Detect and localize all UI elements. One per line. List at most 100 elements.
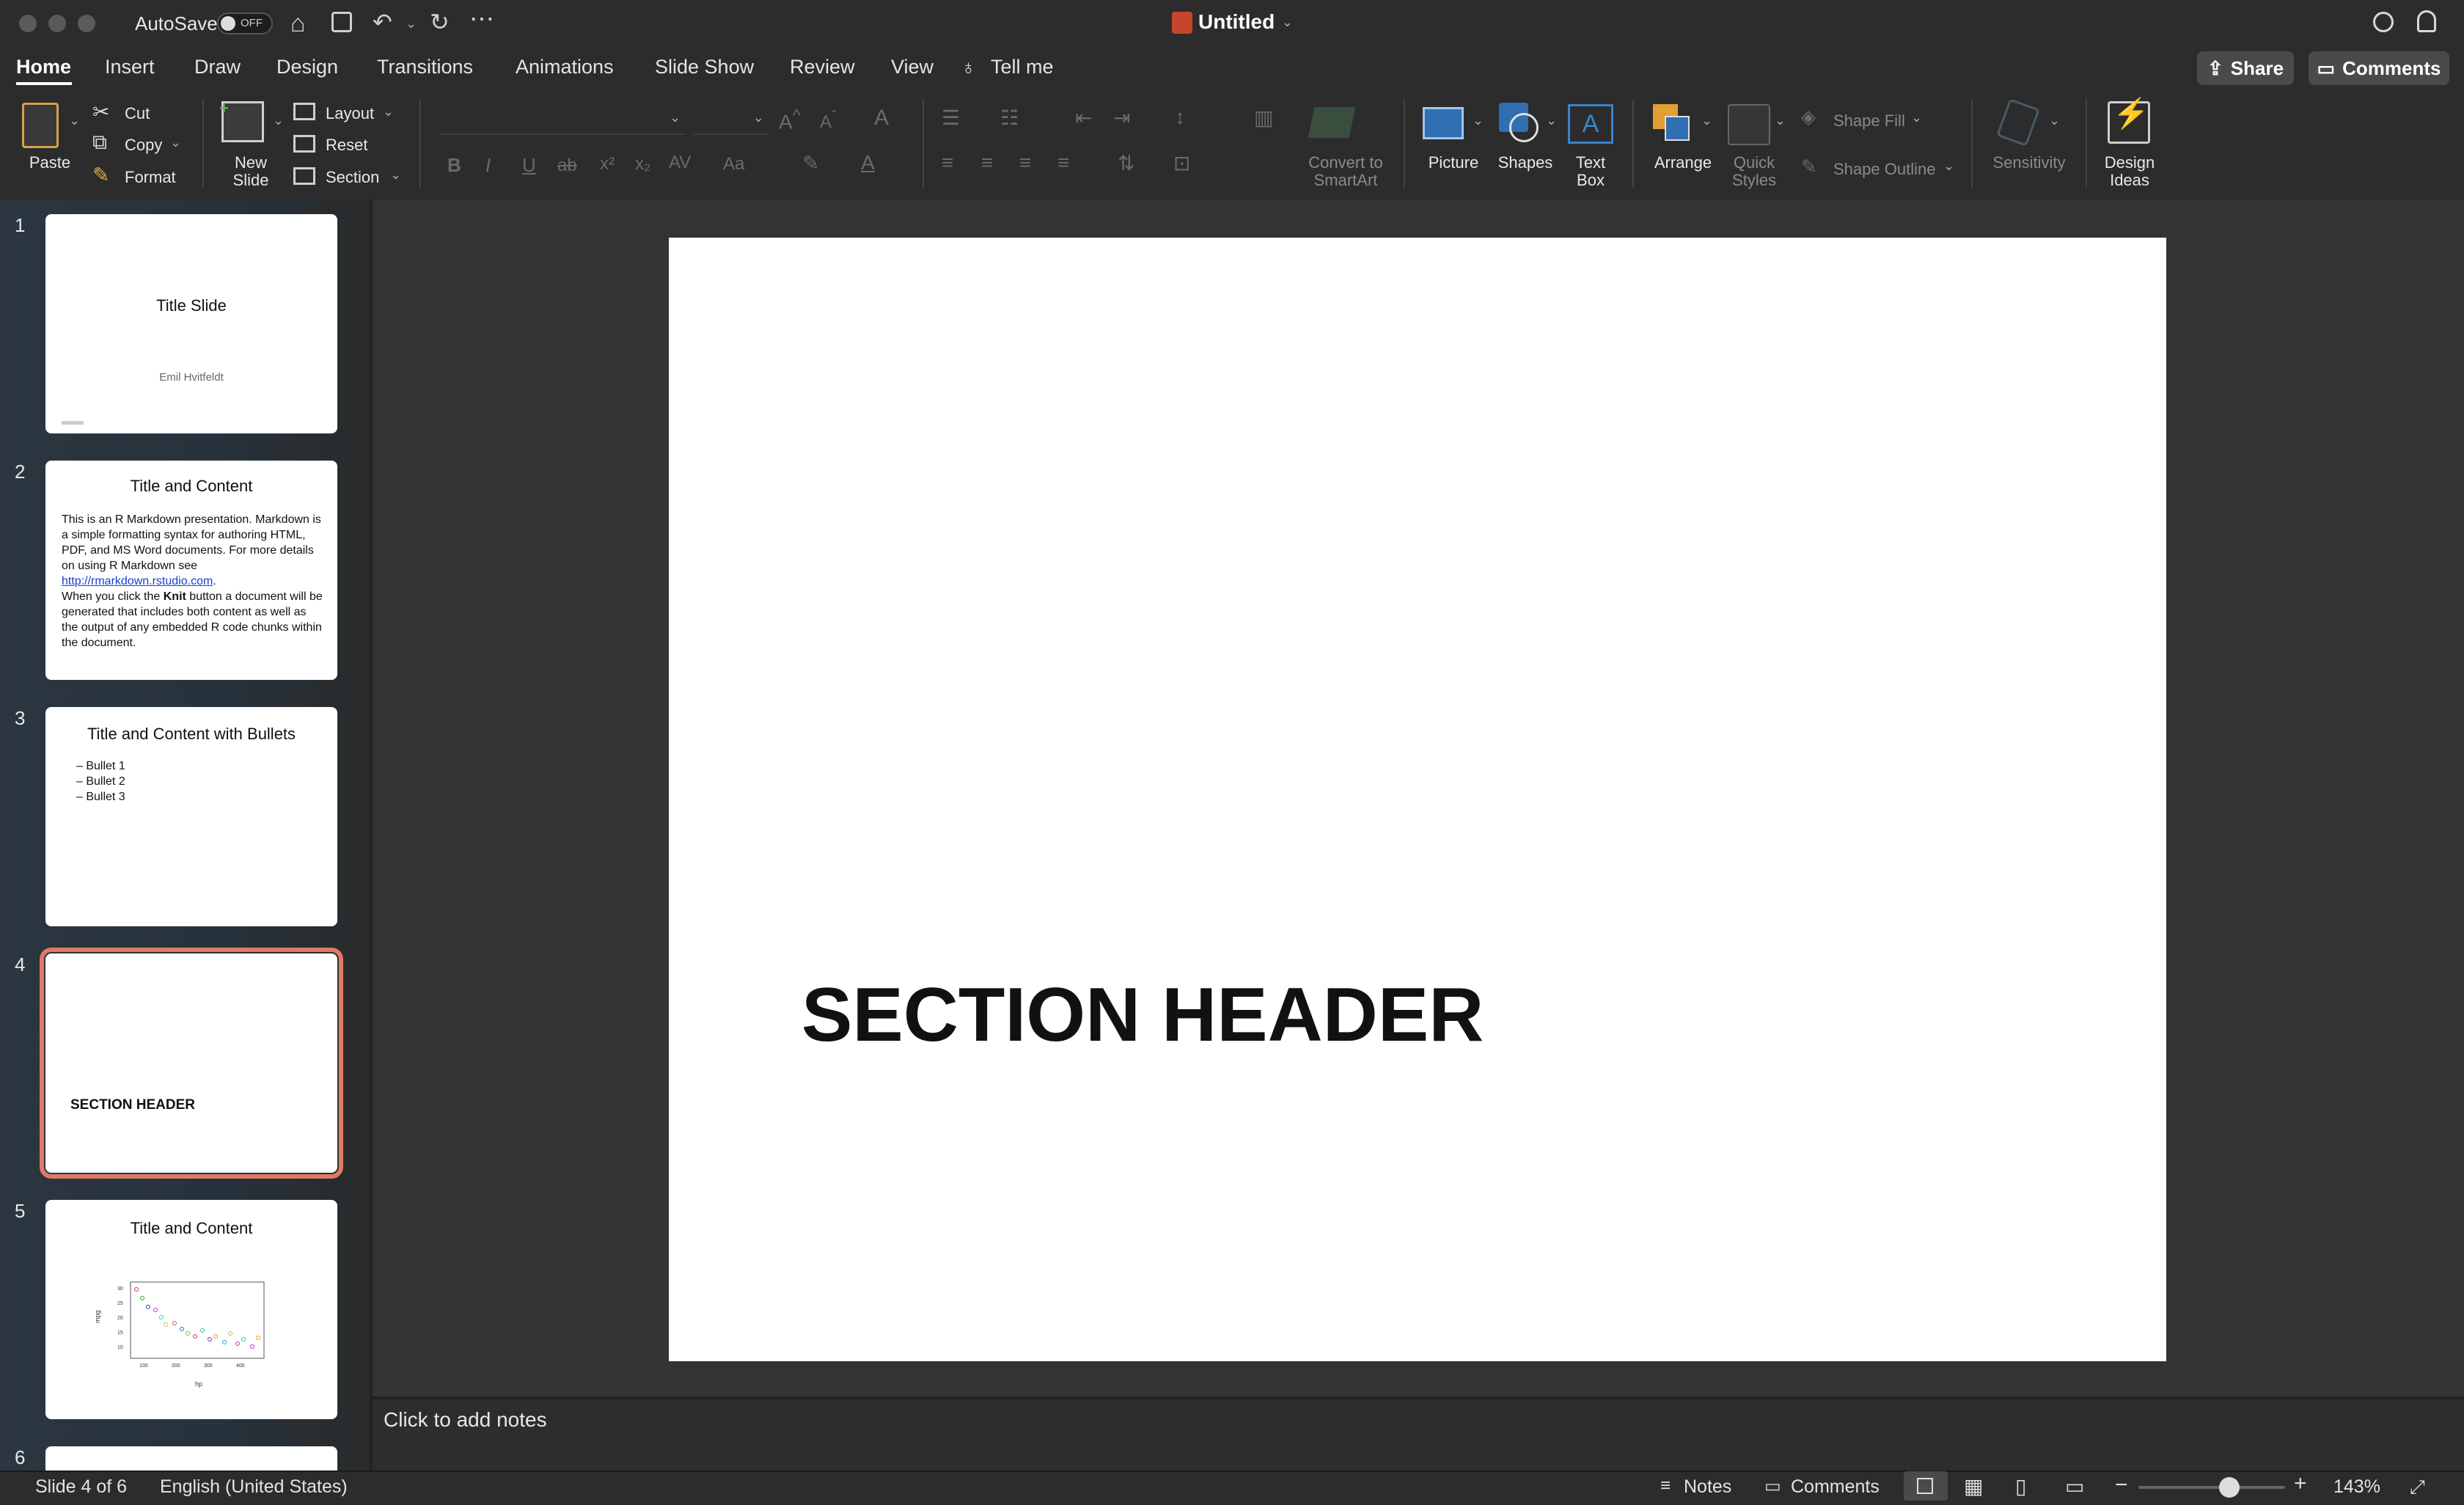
line-spacing-icon[interactable]: ↕: [1175, 106, 1185, 129]
normal-view-button[interactable]: [1904, 1471, 1948, 1501]
tab-transitions[interactable]: Transitions: [377, 56, 473, 78]
autosave-toggle[interactable]: OFF: [217, 12, 273, 34]
layout-button[interactable]: Layout: [326, 104, 374, 123]
arrange-icon[interactable]: [1653, 104, 1690, 141]
underline-icon[interactable]: U: [522, 154, 536, 177]
language-indicator[interactable]: English (United States): [160, 1476, 348, 1498]
shape-outline-dropdown-icon[interactable]: ⌄: [1943, 158, 1954, 174]
change-case-icon[interactable]: Aa: [723, 154, 744, 175]
quick-styles-button[interactable]: Quick Styles: [1723, 154, 1785, 189]
layout-dropdown-icon[interactable]: ⌄: [383, 104, 394, 120]
zoom-slider-track[interactable]: [2138, 1486, 2285, 1489]
fit-to-window-icon[interactable]: ⤢: [2410, 1476, 2425, 1499]
bullets-icon[interactable]: ☰: [942, 106, 960, 130]
notes-icon[interactable]: ≡: [1660, 1476, 1671, 1496]
highlight-color-icon[interactable]: ✎: [802, 151, 819, 175]
undo-dropdown-icon[interactable]: ⌄: [406, 16, 417, 32]
character-spacing-icon[interactable]: AV: [669, 153, 691, 173]
textbox-icon[interactable]: A: [1568, 104, 1613, 144]
tab-animations[interactable]: Animations: [516, 56, 614, 78]
increase-font-size-icon[interactable]: A^: [779, 106, 801, 133]
arrange-dropdown-icon[interactable]: ⌄: [1701, 113, 1712, 128]
new-slide-icon[interactable]: +: [219, 99, 264, 142]
slide-show-icon[interactable]: ▭: [2065, 1474, 2084, 1498]
superscript-icon[interactable]: x²: [600, 154, 615, 175]
section-icon[interactable]: [293, 167, 315, 185]
tab-draw[interactable]: Draw: [194, 56, 241, 78]
paste-button[interactable]: Paste: [22, 154, 78, 172]
format-painter-icon[interactable]: ✎: [92, 163, 109, 187]
scissors-icon[interactable]: ✂: [92, 100, 109, 124]
tell-me-search[interactable]: Tell me: [991, 56, 1054, 78]
smartart-icon[interactable]: [1308, 107, 1356, 138]
strikethrough-icon[interactable]: ab: [557, 155, 577, 176]
search-icon[interactable]: [2373, 12, 2394, 32]
align-text-icon[interactable]: ⊡: [1173, 151, 1190, 175]
copy-icon[interactable]: ⧉: [92, 131, 107, 155]
tab-insert[interactable]: Insert: [105, 56, 155, 78]
picture-dropdown-icon[interactable]: ⌄: [1473, 113, 1484, 128]
zoom-window-button[interactable]: [78, 15, 95, 32]
copy-dropdown-icon[interactable]: ⌄: [170, 135, 181, 150]
shapes-dropdown-icon[interactable]: ⌄: [1546, 113, 1557, 128]
close-window-button[interactable]: [19, 15, 37, 32]
align-right-icon[interactable]: ≡: [1019, 151, 1031, 175]
undo-icon[interactable]: ↶: [373, 7, 392, 37]
font-size-dropdown[interactable]: ⌄: [694, 109, 769, 135]
more-icon[interactable]: ⋯: [469, 4, 494, 34]
bold-icon[interactable]: B: [447, 154, 461, 177]
italic-icon[interactable]: I: [485, 154, 491, 177]
new-slide-button[interactable]: New Slide: [220, 154, 282, 189]
slide-thumbnail-1[interactable]: Title Slide Emil Hvitfeldt: [45, 214, 337, 433]
clear-formatting-icon[interactable]: A: [874, 106, 889, 131]
decrease-indent-icon[interactable]: ⇤: [1075, 106, 1092, 130]
sensitivity-dropdown-icon[interactable]: ⌄: [2049, 113, 2060, 128]
layout-icon[interactable]: [293, 103, 315, 120]
numbering-icon[interactable]: ☷: [1000, 106, 1019, 130]
slide-thumbnail-6[interactable]: [45, 1446, 337, 1471]
share-button[interactable]: ⇪ Share: [2197, 51, 2294, 85]
zoom-in-icon[interactable]: +: [2294, 1471, 2307, 1496]
reset-icon[interactable]: [293, 135, 315, 153]
arrange-button[interactable]: Arrange: [1649, 154, 1717, 172]
home-icon[interactable]: ⌂: [290, 9, 306, 38]
shape-fill-button[interactable]: Shape Fill: [1833, 111, 1905, 131]
section-button[interactable]: Section: [326, 168, 379, 187]
zoom-out-icon[interactable]: −: [2115, 1473, 2128, 1498]
save-icon[interactable]: [331, 12, 352, 32]
shape-outline-button[interactable]: Shape Outline: [1833, 160, 1935, 179]
align-left-icon[interactable]: ≡: [942, 151, 953, 175]
slide-thumbnail-2[interactable]: Title and Content This is an R Markdown …: [45, 461, 337, 680]
design-ideas-icon[interactable]: ⚡: [2108, 98, 2150, 144]
quick-styles-icon[interactable]: [1728, 104, 1770, 145]
cut-button[interactable]: Cut: [125, 104, 150, 123]
font-name-dropdown[interactable]: ⌄: [439, 109, 685, 135]
document-title[interactable]: Untitled: [1198, 10, 1275, 34]
reading-view-icon[interactable]: ▯: [2015, 1474, 2026, 1498]
tab-slide-show[interactable]: Slide Show: [655, 56, 754, 78]
text-box-button[interactable]: Text Box: [1562, 154, 1619, 189]
copy-button[interactable]: Copy: [125, 136, 162, 155]
title-dropdown-icon[interactable]: ⌄: [1282, 15, 1293, 30]
tab-design[interactable]: Design: [276, 56, 338, 78]
shape-outline-icon[interactable]: ✎: [1801, 155, 1817, 178]
subscript-icon[interactable]: x₂: [635, 154, 650, 175]
tab-view[interactable]: View: [891, 56, 934, 78]
shape-fill-dropdown-icon[interactable]: ⌄: [1911, 110, 1922, 125]
zoom-percentage[interactable]: 143%: [2333, 1476, 2380, 1498]
picture-button[interactable]: Picture: [1418, 154, 1489, 172]
design-ideas-button[interactable]: Design Ideas: [2097, 154, 2162, 189]
shapes-button[interactable]: Shapes: [1496, 154, 1555, 172]
align-center-icon[interactable]: ≡: [981, 151, 993, 175]
account-icon[interactable]: [2417, 10, 2436, 32]
format-painter-button[interactable]: Format: [125, 168, 176, 187]
font-color-icon[interactable]: A: [861, 151, 875, 175]
zoom-slider-handle[interactable]: [2219, 1477, 2240, 1498]
sensitivity-button[interactable]: Sensitivity: [1986, 154, 2072, 172]
notes-toggle-button[interactable]: Notes: [1684, 1476, 1731, 1498]
paint-bucket-icon[interactable]: ◈: [1801, 106, 1816, 128]
increase-indent-icon[interactable]: ⇥: [1113, 106, 1130, 130]
minimize-window-button[interactable]: [48, 15, 66, 32]
picture-icon[interactable]: [1423, 107, 1464, 139]
slide-thumbnail-5[interactable]: Title and Content mpg hp 10 15 20 25 30 …: [45, 1200, 337, 1419]
